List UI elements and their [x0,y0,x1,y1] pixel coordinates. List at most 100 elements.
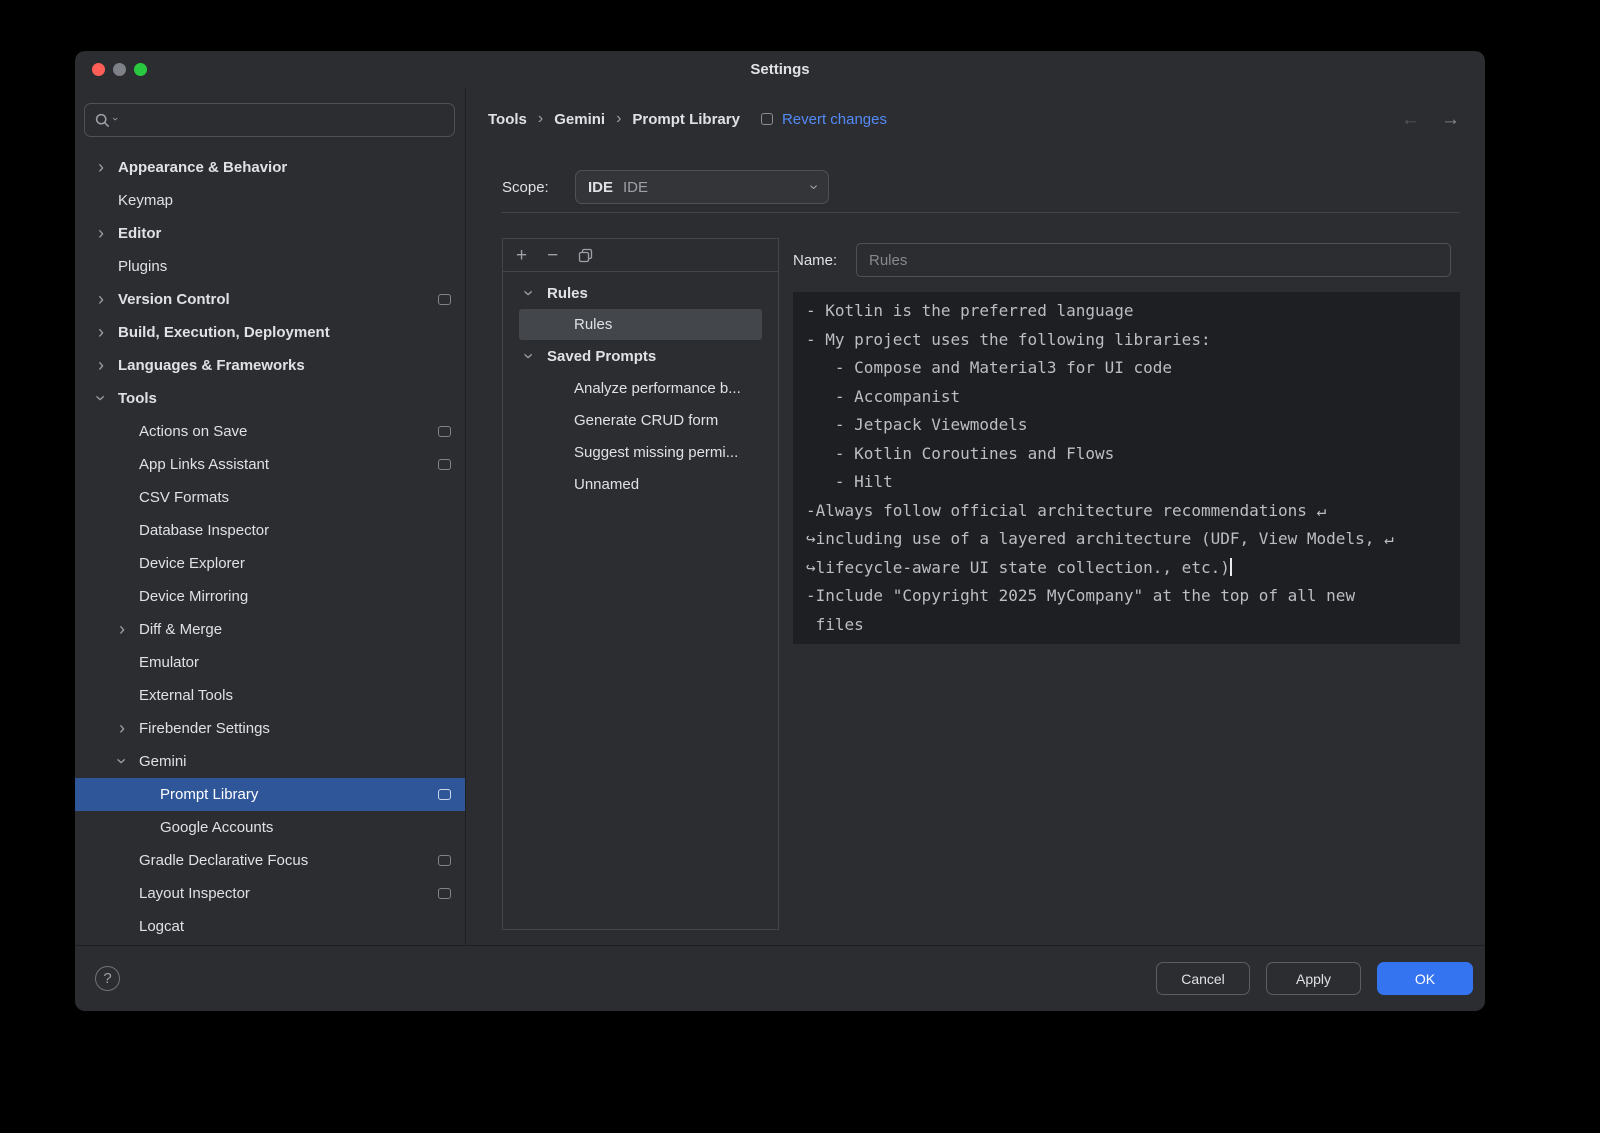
sidebar-item-logcat[interactable]: Logcat [75,910,465,943]
chevron-down-icon[interactable]: › [520,290,538,296]
scope-select[interactable]: IDE IDE › [575,170,829,204]
chevron-right-icon[interactable]: › [98,158,104,176]
settings-sidebar: › › Appearance & Behavior Keymap › Edito… [75,87,466,945]
history-navigation: ← → [1401,110,1460,129]
chevron-down-icon[interactable]: › [92,395,110,401]
sidebar-item-label: Gemini [139,753,187,770]
zoom-window-button[interactable] [134,63,147,76]
sidebar-item-label: Database Inspector [139,522,269,539]
chevron-right-icon[interactable]: › [119,620,125,638]
prompt-group-label: Rules [547,285,588,302]
sidebar-item-plugins[interactable]: Plugins [75,250,465,283]
chevron-down-icon[interactable]: › [520,353,538,359]
scope-label: Scope: [502,179,575,196]
dialog-footer: ? Cancel Apply OK [75,945,1485,1011]
shared-settings-icon [438,294,451,305]
text-caret [1230,558,1232,576]
copy-prompt-button[interactable] [578,248,593,263]
breadcrumb-separator-icon: › [616,110,621,128]
prompt-item-rules[interactable]: Rules [519,309,762,340]
sidebar-item-tools[interactable]: › Tools [75,382,465,415]
sidebar-item-gradle-declarative-focus[interactable]: Gradle Declarative Focus [75,844,465,877]
sidebar-item-emulator[interactable]: Emulator [75,646,465,679]
sidebar-item-appearance-behavior[interactable]: › Appearance & Behavior [75,151,465,184]
sidebar-item-languages-frameworks[interactable]: › Languages & Frameworks [75,349,465,382]
prompt-content-editor[interactable]: - Kotlin is the preferred language - My … [793,292,1460,644]
help-button[interactable]: ? [95,966,120,991]
cancel-button[interactable]: Cancel [1156,962,1250,995]
prompt-item-label: Analyze performance b... [574,380,741,397]
sidebar-item-firebender-settings[interactable]: › Firebender Settings [75,712,465,745]
prompt-name-input[interactable] [856,243,1451,277]
close-window-button[interactable] [92,63,105,76]
chevron-right-icon[interactable]: › [98,356,104,374]
breadcrumb: Tools › Gemini › Prompt Library Revert c… [466,87,1485,151]
sidebar-item-label: Appearance & Behavior [118,159,287,176]
sidebar-item-label: Languages & Frameworks [118,357,305,374]
shared-settings-icon [438,855,451,866]
breadcrumb-prompt-library: Prompt Library [632,111,740,128]
prompt-item-generate-crud-form[interactable]: Generate CRUD form [503,404,778,436]
sidebar-item-label: Prompt Library [160,786,258,803]
settings-search-box[interactable]: › [84,103,455,137]
sidebar-item-label: Diff & Merge [139,621,222,638]
help-question-icon: ? [103,970,111,987]
settings-main-panel: Tools › Gemini › Prompt Library Revert c… [466,87,1485,945]
breadcrumb-tools[interactable]: Tools [488,111,527,128]
prompt-item-analyze-performance[interactable]: Analyze performance b... [503,372,778,404]
chevron-right-icon[interactable]: › [98,224,104,242]
sidebar-item-external-tools[interactable]: External Tools [75,679,465,712]
sidebar-item-editor[interactable]: › Editor [75,217,465,250]
back-arrow-icon[interactable]: ← [1401,110,1420,129]
prompt-content-text: - Kotlin is the preferred language - My … [806,301,1394,577]
sidebar-item-prompt-library[interactable]: Prompt Library [75,778,465,811]
sidebar-item-app-links-assistant[interactable]: App Links Assistant [75,448,465,481]
prompt-group-saved-prompts[interactable]: › Saved Prompts [503,340,778,372]
prompt-item-label: Suggest missing permi... [574,444,738,461]
sidebar-item-google-accounts[interactable]: Google Accounts [75,811,465,844]
chevron-down-icon: › [804,184,822,189]
sidebar-item-device-mirroring[interactable]: Device Mirroring [75,580,465,613]
sidebar-item-label: Device Explorer [139,555,245,572]
window-title: Settings [750,61,809,78]
sidebar-item-database-inspector[interactable]: Database Inspector [75,514,465,547]
sidebar-item-csv-formats[interactable]: CSV Formats [75,481,465,514]
remove-prompt-button[interactable]: − [547,246,558,265]
apply-button[interactable]: Apply [1266,962,1361,995]
forward-arrow-icon[interactable]: → [1441,110,1460,129]
chevron-right-icon[interactable]: › [119,719,125,737]
prompt-item-suggest-missing-permissions[interactable]: Suggest missing permi... [503,436,778,468]
sidebar-item-label: CSV Formats [139,489,229,506]
settings-tree: › Appearance & Behavior Keymap › Editor … [75,151,465,943]
prompt-tree: › Rules Rules › Saved Prompts Analyze pe… [503,272,778,500]
breadcrumb-gemini[interactable]: Gemini [554,111,605,128]
chevron-down-icon[interactable]: › [113,758,131,764]
titlebar: Settings [75,51,1485,87]
prompt-item-label: Rules [574,316,612,333]
prompt-group-label: Saved Prompts [547,348,656,365]
add-prompt-button[interactable]: + [516,246,527,265]
sidebar-item-gemini[interactable]: › Gemini [75,745,465,778]
sidebar-item-actions-on-save[interactable]: Actions on Save [75,415,465,448]
revert-changes-link[interactable]: Revert changes [782,111,887,128]
shared-settings-icon [438,426,451,437]
chevron-right-icon[interactable]: › [98,323,104,341]
sidebar-item-label: Editor [118,225,161,242]
scope-row: Scope: IDE IDE › [466,170,1485,204]
ok-button[interactable]: OK [1377,962,1473,995]
chevron-right-icon[interactable]: › [98,290,104,308]
sidebar-item-label: Logcat [139,918,184,935]
sidebar-item-build-execution-deployment[interactable]: › Build, Execution, Deployment [75,316,465,349]
sidebar-item-keymap[interactable]: Keymap [75,184,465,217]
search-history-chevron-icon[interactable]: › [109,117,121,121]
revert-icon [761,113,773,125]
prompt-group-rules[interactable]: › Rules [503,277,778,309]
prompt-item-unnamed[interactable]: Unnamed [503,468,778,500]
sidebar-item-diff-merge[interactable]: › Diff & Merge [75,613,465,646]
sidebar-item-label: Tools [118,390,157,407]
scope-value: IDE [623,179,648,196]
sidebar-item-version-control[interactable]: › Version Control [75,283,465,316]
sidebar-item-layout-inspector[interactable]: Layout Inspector [75,877,465,910]
sidebar-item-device-explorer[interactable]: Device Explorer [75,547,465,580]
shared-settings-icon [438,888,451,899]
